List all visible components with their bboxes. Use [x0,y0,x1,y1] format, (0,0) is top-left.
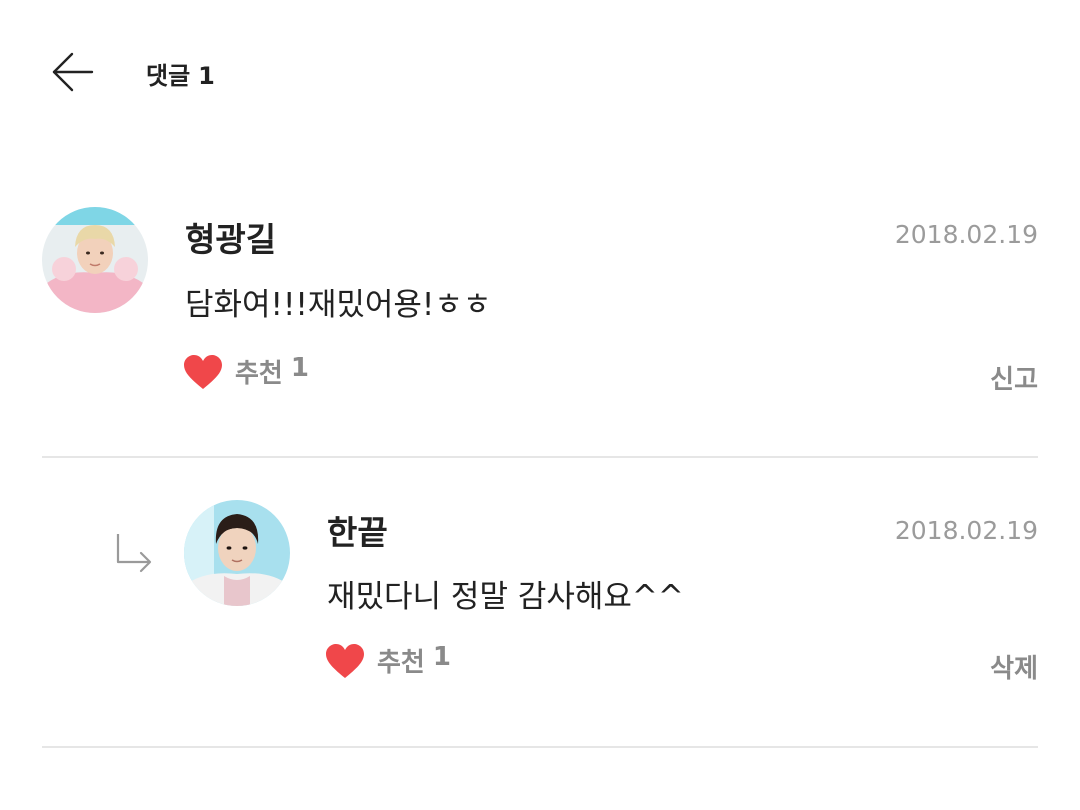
comment-date: 2018.02.19 [894,220,1038,249]
reply-item: 한끝 2018.02.19 재밌다니 정말 감사해요^^ 추천 1 삭제 [42,500,1038,700]
avatar[interactable] [184,500,290,606]
heart-icon [184,354,222,389]
like-label: 추천 1 [377,642,451,679]
like-button[interactable]: 추천 1 [183,353,309,390]
like-count: 1 [432,642,451,672]
back-button[interactable] [44,44,100,100]
like-label: 추천 1 [235,353,309,390]
like-text: 추천 [235,359,283,389]
report-button[interactable]: 신고 [990,359,1038,396]
like-button[interactable]: 추천 1 [325,642,451,679]
heart-icon [326,643,364,678]
page-title-label: 댓글 [146,62,191,90]
like-text: 추천 [377,648,425,678]
comment-item: 형광길 2018.02.19 담화여!!!재밌어용!ㅎㅎ 추천 1 신고 [42,205,1038,405]
avatar[interactable] [42,207,148,313]
comment-date: 2018.02.19 [894,516,1038,545]
comment-author[interactable]: 한끝 [327,506,388,554]
divider [42,456,1038,458]
page-title: 댓글 1 [146,56,215,91]
comment-text: 담화여!!!재밌어용!ㅎㅎ [185,287,492,323]
delete-button[interactable]: 삭제 [990,648,1038,685]
comment-text: 재밌다니 정말 감사해요^^ [327,579,684,615]
divider [42,746,1038,748]
avatar-photo-icon [42,207,148,313]
like-count: 1 [290,353,309,383]
comment-author[interactable]: 형광길 [185,213,276,261]
comment-count: 1 [198,62,215,90]
back-arrow-icon [52,52,94,92]
avatar-photo-icon [184,500,290,606]
top-bar: 댓글 1 [0,0,1080,140]
